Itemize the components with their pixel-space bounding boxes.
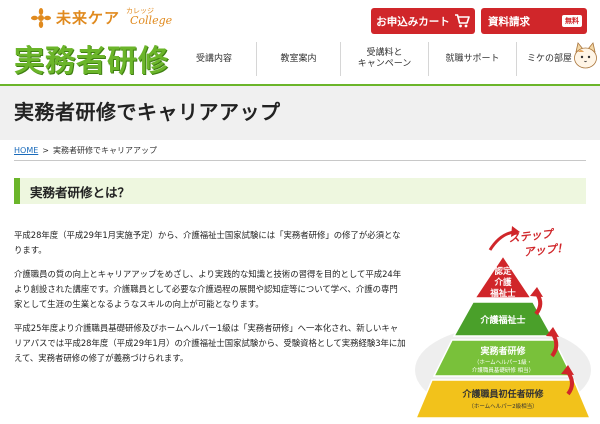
site-header: 未来ケア カレッジ College 実務者研修 お申込みカート 資料請求 無料 …: [0, 0, 600, 85]
breadcrumb-separator: >: [42, 145, 49, 155]
nav-job-support[interactable]: 就職サポート: [428, 42, 516, 76]
section-title: 実務者研修とは？: [30, 184, 131, 200]
nav-fees-line1: 受講料と: [366, 48, 403, 58]
document-request-label: 資料請求: [488, 15, 530, 28]
cat-mascot-icon: [574, 42, 597, 69]
nav-job-support-label: 就職サポート: [445, 53, 500, 64]
brand-college: College: [130, 14, 173, 27]
nav-classrooms[interactable]: 教室案内: [256, 42, 340, 76]
level-up-arrowhead-icon-3: [530, 287, 543, 297]
nav-course-content-label: 受講内容: [195, 53, 232, 64]
cart-button[interactable]: お申込みカート: [371, 8, 475, 34]
cart-icon: [454, 14, 470, 28]
paragraph-3: 平成25年度より介護職員基礎研修及びホームヘルパー1級は「実務者研修」へ一本化さ…: [14, 323, 406, 363]
level-practitioner-sub1: （ホームヘルパー1級・: [474, 358, 532, 366]
nav-course-content[interactable]: 受講内容: [172, 42, 256, 76]
nav-fees-line2: キャンペーン: [357, 59, 412, 69]
level-up-arrow-icon-3: [534, 292, 543, 316]
brand-name: 未来ケア: [56, 9, 121, 27]
nav-fees-campaign-label: 受講料と キャンペーン: [358, 48, 412, 70]
cart-button-label: お申込みカート: [376, 15, 450, 28]
breadcrumb-current: 実務者研修でキャリアアップ: [52, 145, 157, 155]
level-care-worker-title: 介護福祉士: [479, 314, 525, 326]
level-practitioner-sub2: 介護職員基礎研修 相当）: [472, 366, 534, 374]
college-logo[interactable]: 未来ケア カレッジ College: [30, 6, 190, 28]
nav-fees-campaign[interactable]: 受講料と キャンペーン: [340, 42, 428, 76]
paragraph-2: 介護職員の質の向上とキャリアアップをめざし、より実践的な知識と技術の習得を目的と…: [14, 269, 402, 309]
leaf-logo-icon: [31, 8, 51, 28]
paragraph-1: 平成28年度（平成29年1月実施予定）から、介護福祉士国家試験には「実務者研修」…: [14, 230, 401, 255]
level-beginner-sub: （ホームヘルパー2級相当）: [468, 402, 537, 410]
step-up-label-2: アップ！: [523, 241, 568, 259]
level-beginner-title: 介護職員初任者研修: [461, 388, 544, 400]
breadcrumb-divider: [14, 160, 586, 161]
course-title-logo[interactable]: 実務者研修: [14, 36, 169, 80]
level-certified-line3: 福祉士: [489, 288, 516, 299]
nav-mike-room[interactable]: ミケの部屋: [516, 42, 600, 76]
brand-logo[interactable]: 未来ケア カレッジ College 実務者研修: [14, 6, 180, 82]
header-actions: お申込みカート 資料請求 無料: [371, 8, 587, 34]
free-badge: 無料: [562, 15, 582, 27]
global-nav: 受講内容 教室案内 受講料と キャンペーン 就職サポート ミケの部屋: [172, 42, 600, 76]
level-practitioner-title: 実務者研修: [480, 345, 526, 357]
breadcrumb: HOME > 実務者研修でキャリアアップ: [14, 140, 594, 161]
section-heading: 実務者研修とは？: [14, 178, 586, 204]
document-request-button[interactable]: 資料請求 無料: [481, 8, 587, 34]
page-title: 実務者研修でキャリアアップ: [14, 100, 281, 124]
level-certified-line1: 認定: [494, 266, 512, 277]
career-pyramid-diagram: ステップ アップ！ 認定 介護 福祉士 介護福祉士 実務者研修 （ホームヘルパー…: [414, 226, 592, 419]
section-body: 平成28年度（平成29年1月実施予定）から、介護福祉士国家試験には「実務者研修」…: [14, 228, 406, 375]
level-certified-line2: 介護: [493, 277, 512, 288]
nav-mike-room-label: ミケの部屋: [527, 53, 573, 64]
page-hero: 実務者研修でキャリアアップ: [0, 86, 600, 140]
breadcrumb-home-link[interactable]: HOME: [14, 146, 38, 155]
nav-classrooms-label: 教室案内: [280, 53, 317, 64]
